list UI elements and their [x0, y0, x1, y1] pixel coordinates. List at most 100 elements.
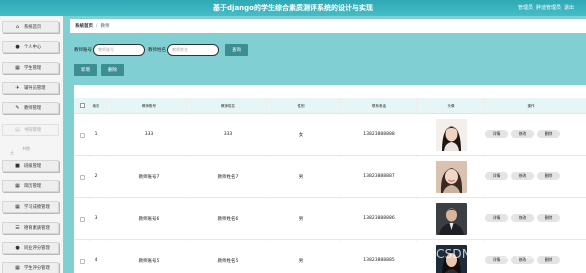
header-name: 教师姓名 — [221, 104, 235, 108]
row-checkbox[interactable] — [80, 175, 85, 180]
cell-account: 教师账号7 — [138, 175, 160, 180]
detail-button[interactable]: 详情 — [485, 130, 508, 138]
sidebar-item-personal-center[interactable]: ● 个人中心 — [2, 41, 59, 53]
row-actions: 详情 修改 删除 — [485, 130, 560, 138]
header-avatar: 头像 — [447, 104, 455, 108]
teacher-account-label: 教师账号 — [74, 48, 92, 53]
watermark: CSDN @一点毕设 — [436, 247, 537, 261]
sidebar-item-label: 学生评分管理 — [24, 266, 50, 271]
grid-icon: ▦ — [15, 65, 20, 71]
cell-phone: 13823888886 — [363, 216, 395, 221]
sidebar-item-resume[interactable]: ▦ 简历管理 — [2, 180, 59, 192]
row-actions: 详情 修改 删除 — [485, 172, 560, 180]
cell-account: 教师账号6 — [138, 217, 160, 222]
sidebar-item-label: 学习成绩管理 — [24, 205, 50, 210]
sidebar-item-student-scores[interactable]: ▦ 学生评分管理 — [2, 262, 59, 273]
cell-gender: 男 — [298, 217, 304, 222]
cell-phone: 13823888888 — [363, 132, 395, 137]
sidebar-submenu-academy[interactable]: 书院 — [22, 146, 30, 152]
delete-row-button[interactable]: 删除 — [537, 214, 560, 222]
sidebar-item-label: 个人中心 — [24, 45, 42, 50]
sidebar-item-students[interactable]: ▦ 学生管理 — [2, 62, 59, 74]
row-checkbox[interactable] — [80, 133, 85, 138]
cell-name: 333 — [223, 132, 233, 137]
user-icon: ● — [15, 245, 20, 251]
row-checkbox[interactable] — [80, 259, 85, 264]
detail-button[interactable]: 详情 — [485, 214, 508, 222]
logout-link[interactable]: 退出 — [564, 4, 574, 11]
sidebar-item-peer-scores[interactable]: ● 同业评分管理 — [2, 242, 59, 254]
row-actions: 详情 修改 删除 — [485, 214, 560, 222]
teacher-name-input[interactable]: 教师姓名 — [167, 44, 219, 56]
header-account: 教师账号 — [142, 104, 156, 108]
sidebar-item-teachers[interactable]: ✎ 教师管理 — [2, 102, 59, 114]
teacher-name-label: 教师姓名 — [148, 48, 166, 53]
list-icon: ☰ — [15, 225, 20, 231]
breadcrumb-current: 教师 — [100, 24, 110, 29]
add-button[interactable]: 新增 — [74, 64, 97, 76]
sidebar-item-label: 德育素质管理 — [24, 226, 50, 231]
cell-index: 3 — [94, 216, 98, 221]
edit-icon: ✎ — [15, 105, 20, 111]
cell-gender: 男 — [298, 259, 304, 264]
sidebar-item-classes[interactable]: ■ 班级管理 — [2, 160, 59, 172]
avatar-image — [436, 161, 467, 193]
main-content: 系统首页 / 教师 教师账号 教师账号 教师姓名 教师姓名 查询 新增 删除 索… — [70, 16, 586, 273]
row-checkbox[interactable] — [80, 217, 85, 222]
sidebar-item-label: 辅导员管理 — [24, 86, 46, 91]
book-icon: ▤ — [15, 127, 20, 133]
header-index: 索引 — [92, 104, 100, 108]
sidebar: ⌂ 系统首页 ● 个人中心 ▦ 学生管理 ✈ 辅导员管理 ✎ 教师管理 ▤ 书院… — [0, 16, 63, 273]
query-button[interactable]: 查询 — [225, 44, 248, 56]
home-icon: ⌂ — [15, 24, 20, 30]
table-row: 2 教师账号7 教师姓名7 男 13823888887 详情 修改 删除 — [74, 157, 586, 198]
sidebar-item-label: 教师管理 — [24, 106, 42, 111]
teacher-account-input[interactable]: 教师账号 — [93, 44, 145, 56]
edit-button[interactable]: 修改 — [511, 214, 534, 222]
top-bar: 基于django的学生综合素质测评系统的设计与实现 管理员 胖迪管理员 退出 — [0, 0, 586, 16]
username-label: 胖迪管理员 — [535, 5, 561, 11]
cell-index: 1 — [94, 132, 98, 137]
avatar-image — [436, 119, 467, 151]
table-row: 1 333 333 女 13823888888 详情 修改 删除 — [74, 115, 586, 156]
cell-gender: 女 — [298, 133, 304, 138]
cell-phone: 13823888885 — [363, 258, 395, 263]
breadcrumb-home[interactable]: 系统首页 — [75, 23, 93, 29]
edit-button[interactable]: 修改 — [511, 130, 534, 138]
delete-row-button[interactable]: 删除 — [537, 130, 560, 138]
sidebar-item-label: 学生管理 — [24, 66, 42, 71]
cell-index: 4 — [94, 258, 98, 263]
sidebar-item-label: 同业评分管理 — [24, 246, 50, 251]
app-title: 基于django的学生综合素质测评系统的设计与实现 — [213, 4, 373, 12]
edit-button[interactable]: 修改 — [511, 172, 534, 180]
cell-account: 333 — [144, 132, 154, 137]
sidebar-item-home[interactable]: ⌂ 系统首页 — [2, 21, 59, 33]
sidebar-item-grades[interactable]: ▦ 学习成绩管理 — [2, 201, 59, 213]
cell-name: 教师姓名7 — [217, 175, 239, 180]
cell-name: 教师姓名6 — [217, 217, 239, 222]
grid-icon: ▦ — [15, 204, 20, 210]
delete-row-button[interactable]: 删除 — [537, 172, 560, 180]
table-row: 3 教师账号6 教师姓名6 男 13823888886 详情 修改 删除 — [74, 199, 586, 240]
table-header: 索引 教师账号 教师姓名 性别 联系电话 头像 操作 — [74, 98, 586, 114]
header-actions: 操作 — [527, 104, 535, 108]
detail-button[interactable]: 详情 — [485, 172, 508, 180]
cell-gender: 男 — [298, 175, 304, 180]
cursor-icon: ☝ — [10, 150, 14, 157]
sidebar-item-label: 书院管理 — [24, 128, 42, 133]
sidebar-item-label: 简历管理 — [24, 184, 42, 189]
cell-account: 教师账号5 — [138, 259, 160, 264]
select-all-checkbox[interactable] — [80, 103, 85, 108]
lock-icon: ■ — [15, 163, 20, 169]
cell-index: 2 — [94, 174, 98, 179]
avatar-image — [436, 203, 467, 235]
sidebar-item-counselors[interactable]: ✈ 辅导员管理 — [2, 82, 59, 94]
user-icon: ● — [15, 44, 20, 50]
delete-button[interactable]: 删除 — [101, 64, 124, 76]
role-label: 管理员 — [517, 5, 533, 11]
sidebar-item-moral[interactable]: ☰ 德育素质管理 — [2, 222, 59, 234]
cell-phone: 13823888887 — [363, 174, 395, 179]
delete-row-button[interactable]: 删除 — [537, 256, 560, 264]
sidebar-item-academy[interactable]: ▤ 书院管理 — [2, 124, 59, 136]
header-phone: 联系电话 — [372, 104, 386, 108]
